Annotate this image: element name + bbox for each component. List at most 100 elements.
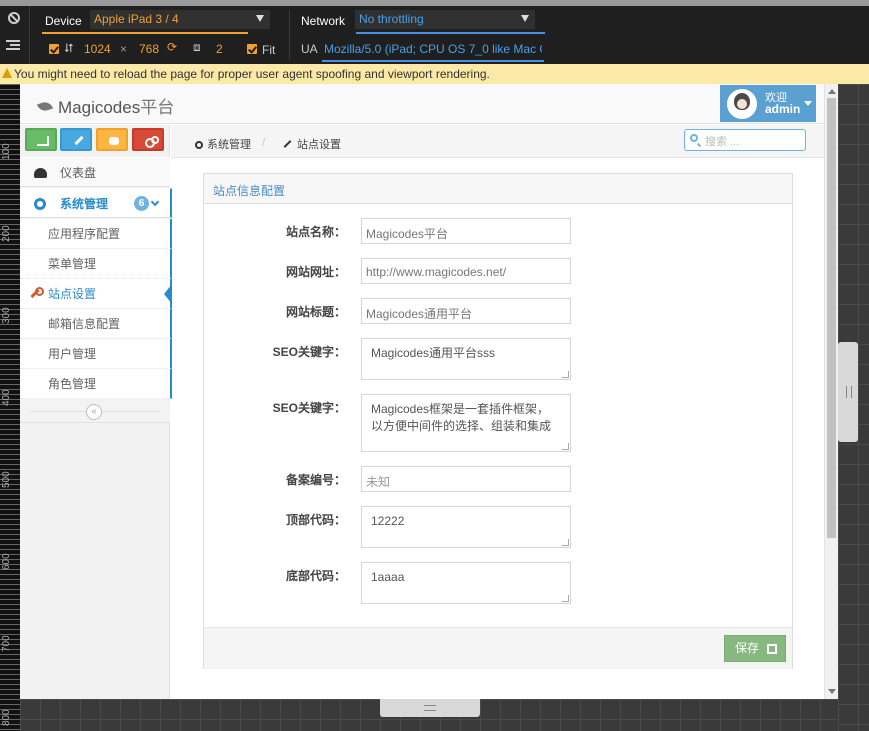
ua-underline (322, 60, 544, 62)
rotate-icon[interactable]: ⟳ (167, 40, 177, 54)
sidebar-item-system[interactable]: 系统管理 6 (20, 188, 172, 218)
scrollbar-thumb[interactable] (827, 98, 836, 538)
sidebar-item-app-config[interactable]: 应用程序配置 (20, 219, 172, 249)
breadcrumb-item-system[interactable]: 系统管理 (195, 136, 251, 152)
field-label: 顶部代码： (285, 513, 346, 527)
search-placeholder: 搜索 ... (705, 136, 740, 148)
page-scrollbar[interactable] (824, 84, 838, 699)
save-button-label: 保存 (735, 641, 760, 655)
field-label: 网站网址： (285, 265, 346, 279)
field-label: 底部代码： (285, 569, 346, 583)
device-underline (42, 32, 248, 34)
device-select-value: Apple iPad 3 / 4 (94, 12, 179, 26)
ruler-mark: 300 (1, 307, 12, 324)
seo-description-textarea[interactable]: Magicodes框架是一套插件框架，以方便中间件的选择、组装和集成 (361, 394, 571, 452)
devtools-emulation-bar: Device Apple iPad 3 / 4 ⮃ 1024 × 768 ⟳ ⧈… (0, 6, 869, 64)
shortcut-settings-button[interactable] (132, 128, 164, 151)
sidebar-item-email[interactable]: 邮箱信息配置 (20, 309, 172, 339)
caret-down-icon (804, 101, 812, 106)
cog-icon (34, 198, 46, 210)
field-label: 网站标题： (285, 305, 346, 319)
breadcrumb-label: 站点设置 (297, 139, 341, 151)
sidebar-item-label: 站点设置 (48, 287, 97, 301)
ruler-mark: 400 (1, 389, 12, 406)
sidebar-item-label: 仪表盘 (60, 166, 97, 180)
wrench-icon (30, 287, 44, 298)
resize-handle-bottom[interactable] (380, 699, 480, 717)
brand-name: Magicodes (58, 98, 141, 117)
width-input[interactable]: 1024 (84, 42, 111, 56)
site-title-field[interactable]: Magicodes通用平台 (361, 298, 571, 324)
fit-checkbox[interactable] (247, 44, 257, 54)
shortcut-users-button[interactable] (96, 128, 128, 151)
network-select[interactable]: No throttling (355, 10, 535, 29)
scale-input[interactable]: 2 (216, 42, 223, 56)
shortcut-edit-button[interactable] (60, 128, 92, 151)
icp-number-field[interactable]: 未知 (361, 466, 571, 492)
resize-handle-right[interactable] (838, 342, 858, 442)
ruler-mark: 800 (1, 709, 12, 726)
devtools-left-icons (0, 6, 30, 64)
avatar (727, 89, 757, 119)
site-url-field[interactable]: http://www.magicodes.net/ (361, 258, 571, 284)
field-label: 站点名称： (285, 225, 346, 239)
sidebar-item-label: 角色管理 (48, 377, 97, 391)
ruler-mark: 500 (1, 471, 12, 488)
seo-keywords-textarea[interactable]: Magicodes通用平台sss (361, 338, 571, 380)
scroll-up-arrow-icon[interactable] (828, 89, 836, 94)
user-menu[interactable]: 欢迎 admin (720, 85, 816, 122)
resolution-checkbox[interactable] (49, 44, 59, 54)
collapse-sidebar-button[interactable]: « (86, 404, 102, 420)
field-label: SEO关键字： (272, 401, 346, 415)
header-code-textarea[interactable]: 12222 (361, 506, 571, 548)
height-input[interactable]: 768 (139, 42, 159, 56)
cog-icon (195, 141, 203, 149)
active-indicator (164, 284, 172, 304)
brand-logo[interactable]: Magicodes平台 (36, 93, 175, 118)
wrench-icon (283, 140, 292, 148)
warning-text: You might need to reload the page for pr… (14, 67, 490, 81)
floppy-disk-icon (767, 644, 777, 654)
ruler-mark: 600 (1, 553, 12, 570)
field-label: 备案编号： (285, 473, 346, 487)
sidebar-item-label: 用户管理 (48, 347, 97, 361)
media-queries-icon[interactable] (6, 40, 20, 50)
network-underline (356, 32, 545, 34)
sidebar-item-roles[interactable]: 角色管理 (20, 369, 172, 399)
site-name-field[interactable]: Magicodes平台 (361, 218, 571, 244)
fit-label: Fit (262, 43, 276, 57)
sidebar-item-users[interactable]: 用户管理 (20, 339, 172, 369)
form-actions: 保存 (204, 627, 792, 669)
device-pixel-ratio-icon: ⧈ (193, 40, 201, 54)
pencil-icon (72, 136, 84, 146)
device-select[interactable]: Apple iPad 3 / 4 (90, 10, 270, 29)
disable-emulation-icon[interactable] (8, 12, 20, 24)
scroll-down-arrow-icon[interactable] (828, 689, 836, 694)
warning-icon (2, 68, 12, 78)
sidebar-item-label: 菜单管理 (48, 257, 97, 271)
network-label: Network (301, 14, 346, 28)
chevron-down-icon (150, 197, 160, 207)
times-sign: × (120, 42, 128, 56)
sidebar-item-label: 系统管理 (60, 197, 109, 211)
shortcut-stats-button[interactable] (25, 128, 57, 151)
search-input[interactable]: 搜索 ... (684, 129, 806, 151)
sidebar-item-dashboard[interactable]: 仪表盘 (20, 157, 170, 187)
sidebar-item-site-settings[interactable]: 站点设置 (20, 279, 172, 309)
save-button[interactable]: 保存 (724, 635, 786, 662)
ruler-mark: 200 (1, 225, 12, 242)
vertical-ruler: 100 200 300 400 500 600 700 800 (0, 84, 20, 731)
device-label: Device (45, 14, 82, 28)
footer-code-textarea[interactable]: 1aaaa (361, 562, 571, 604)
site-config-widget: 站点信息配置 站点名称： Magicodes平台 网站网址： http://ww… (203, 173, 793, 669)
signal-icon (37, 136, 49, 146)
ua-label: UA (301, 42, 318, 56)
reload-warning-bar: You might need to reload the page for pr… (0, 64, 869, 84)
chevron-down-icon (521, 15, 529, 22)
sidebar-item-menu[interactable]: 菜单管理 (20, 249, 172, 279)
brand-suffix: 平台 (140, 98, 175, 117)
swap-dimensions-icon[interactable]: ⮃ (64, 41, 74, 56)
breadcrumb-separator: / (262, 135, 266, 149)
user-agent-input[interactable]: Mozilla/5.0 (iPad; CPU OS 7_0 like Mac O… (324, 42, 542, 56)
group-icon (108, 136, 120, 146)
